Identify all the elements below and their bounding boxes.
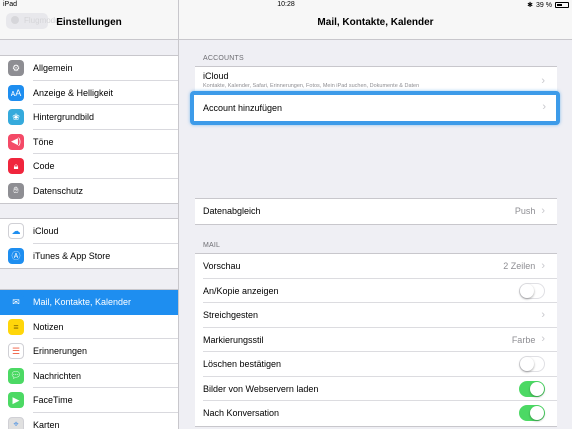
- bilder-von-webservern-laden-toggle[interactable]: [519, 380, 545, 397]
- mail-row-vorschau[interactable]: Vorschau 2 Zeilen ›: [195, 254, 557, 279]
- battery-fill: [557, 4, 562, 6]
- fetch-label: Datenabgleich: [203, 206, 261, 217]
- sidebar-item-label: Mail, Kontakte, Kalender: [33, 297, 132, 308]
- sidebar-item-mail-kontakte-kalender[interactable]: ✉ Mail, Kontakte, Kalender: [0, 290, 178, 315]
- add-account-label: Account hinzufügen: [203, 103, 283, 113]
- mail-row-löschen-bestätigen: Löschen bestätigen: [195, 352, 557, 377]
- mail-row-streichgesten[interactable]: Streichgesten ›: [195, 303, 557, 328]
- detail-pane: Mail, Kontakte, Kalender ACCOUNTS iCloud…: [179, 0, 572, 429]
- sidebar-group-general: ⚙ Allgemein ᴀA Anzeige & Helligkeit ❀ Hinterg…: [0, 55, 178, 204]
- mail-row-value: 2 Zeilen: [503, 261, 536, 272]
- sidebar-item-label: Erinnerungen: [33, 346, 88, 357]
- chevron-right-icon: ›: [541, 75, 545, 87]
- text-size-icon: ᴀA: [8, 84, 24, 101]
- page-title: Mail, Kontakte, Kalender: [317, 17, 434, 28]
- sidebar-item-notizen[interactable]: ≡ Notizen: [0, 315, 178, 340]
- sidebar-item-label: Notizen: [33, 321, 64, 332]
- speaker-icon: ◀): [8, 133, 24, 150]
- gear-icon: ⚙: [8, 60, 24, 77]
- sidebar-item-töne[interactable]: ◀) Töne: [0, 130, 178, 155]
- icloud-account-services: Kontakte, Kalender, Safari, Erinnerungen…: [203, 83, 420, 89]
- cloud-icon: ☁: [8, 223, 24, 240]
- nach-konversation-toggle[interactable]: [519, 405, 545, 422]
- mail-section-header: MAIL: [203, 242, 221, 249]
- chevron-right-icon: ›: [542, 101, 546, 113]
- löschen-bestätigen-toggle[interactable]: [519, 356, 545, 373]
- mail-row-an-kopie-anzeigen: An/Kopie anzeigen: [195, 279, 557, 304]
- sidebar-item-label: Nachrichten: [33, 370, 82, 381]
- sidebar-item-label: Code: [33, 161, 55, 172]
- sidebar-item-label: FaceTime: [33, 395, 73, 406]
- toggle-knob: [520, 357, 534, 372]
- app-store-icon: Ⓐ: [8, 247, 24, 264]
- mail-icon: ✉: [8, 294, 24, 311]
- sidebar-item-itunes-app-store[interactable]: ⒶiTunes & App Store: [0, 244, 178, 269]
- mail-row-label: An/Kopie anzeigen: [203, 285, 279, 296]
- sidebar-item-code[interactable]: 🔒︎ Code: [0, 154, 178, 179]
- sidebar: Flugmodus Einstellungen ⚙ Allgemein ᴀA Anze…: [0, 0, 179, 429]
- mail-row-label: Bilder von Webservern laden: [203, 383, 319, 394]
- toggle-knob: [530, 406, 544, 421]
- lock-icon: 🔒︎: [8, 158, 24, 175]
- settings-screen: iPad 10:28 ✱ 39 % Flugmodus Einstellunge…: [0, 0, 572, 429]
- mail-row-bilder-von-webservern-laden: Bilder von Webservern laden: [195, 377, 557, 402]
- sidebar-item-label: Hintergrundbild: [33, 112, 95, 123]
- sidebar-item-anzeige-helligkeit[interactable]: ᴀA Anzeige & Helligkeit: [0, 81, 178, 106]
- mail-row-label: Markierungsstil: [203, 334, 264, 345]
- sidebar-item-hintergrundbild[interactable]: ❀ Hintergrundbild: [0, 105, 178, 130]
- sidebar-item-nachrichten[interactable]: 💬︎ Nachrichten: [0, 364, 178, 389]
- clock: 10:28: [277, 1, 295, 8]
- mail-row-nach-konversation: Nach Konversation: [195, 401, 557, 426]
- list-icon: ☰: [8, 343, 24, 360]
- sidebar-item-erinnerungen[interactable]: ☰ Erinnerungen: [0, 339, 178, 364]
- fetch-new-data-row[interactable]: Datenabgleich Push ›: [195, 199, 557, 224]
- mail-settings-group: Vorschau 2 Zeilen › An/Kopie anzeigen Streic…: [195, 253, 557, 427]
- chevron-right-icon: ›: [541, 204, 545, 217]
- mail-row-label: Vorschau: [203, 261, 241, 272]
- sidebar-item-icloud[interactable]: ☁ iCloud: [0, 219, 178, 244]
- battery-icon: [555, 2, 569, 8]
- an-kopie-anzeigen-toggle[interactable]: [519, 282, 545, 299]
- mail-row-markierungsstil[interactable]: Markierungsstil Farbe ›: [195, 328, 557, 353]
- sidebar-item-label: Töne: [33, 136, 54, 147]
- sidebar-group-accounts: ☁ iCloud ⒶiTunes & App Store: [0, 218, 178, 269]
- status-bar: iPad 10:28 ✱ 39 %: [0, 0, 572, 11]
- sidebar-item-karten[interactable]: ⌖ Karten: [0, 413, 178, 429]
- mail-row-label: Löschen bestätigen: [203, 359, 282, 370]
- bluetooth-icon: ✱: [527, 2, 534, 9]
- sidebar-item-label: iTunes & App Store: [33, 250, 111, 261]
- video-icon: ▶: [8, 392, 24, 409]
- toggle-knob: [520, 283, 534, 298]
- notes-icon: ≡: [8, 318, 24, 335]
- sidebar-item-label: Allgemein: [33, 63, 73, 74]
- chevron-right-icon: ›: [541, 308, 545, 321]
- sidebar-title: Einstellungen: [56, 17, 122, 28]
- message-icon: 💬︎: [8, 367, 24, 384]
- fetch-value: Push: [514, 206, 536, 217]
- hand-icon: ✋︎: [8, 182, 24, 199]
- battery-percent: 39 %: [536, 1, 552, 9]
- add-account-row[interactable]: Account hinzufügen ›: [190, 91, 560, 125]
- sidebar-item-facetime[interactable]: ▶ FaceTime: [0, 388, 178, 413]
- fetch-group: Datenabgleich Push ›: [195, 198, 557, 225]
- sidebar-item-label: Anzeige & Helligkeit: [33, 87, 114, 98]
- status-right: ✱ 39 %: [527, 1, 569, 9]
- mail-row-label: Nach Konversation: [203, 408, 280, 419]
- mail-row-label: Streichgesten: [203, 310, 259, 321]
- sidebar-item-label: iCloud: [33, 226, 59, 237]
- sidebar-item-allgemein[interactable]: ⚙ Allgemein: [0, 56, 178, 81]
- sidebar-item-label: Datenschutz: [33, 185, 84, 196]
- sidebar-item-datenschutz[interactable]: ✋︎ Datenschutz: [0, 179, 178, 204]
- sidebar-group-apps: ✉ Mail, Kontakte, Kalender ≡ Notizen ☰ Erinne…: [0, 289, 178, 429]
- mail-row-value: Farbe: [511, 334, 536, 345]
- map-icon: ⌖: [8, 416, 24, 429]
- flower-icon: ❀: [8, 109, 24, 126]
- toggle-knob: [530, 381, 544, 396]
- sidebar-item-label: Karten: [33, 419, 60, 429]
- chevron-right-icon: ›: [541, 333, 545, 346]
- chevron-right-icon: ›: [541, 259, 545, 272]
- accounts-section-header: ACCOUNTS: [203, 55, 244, 62]
- icloud-account-label: iCloud: [203, 71, 229, 81]
